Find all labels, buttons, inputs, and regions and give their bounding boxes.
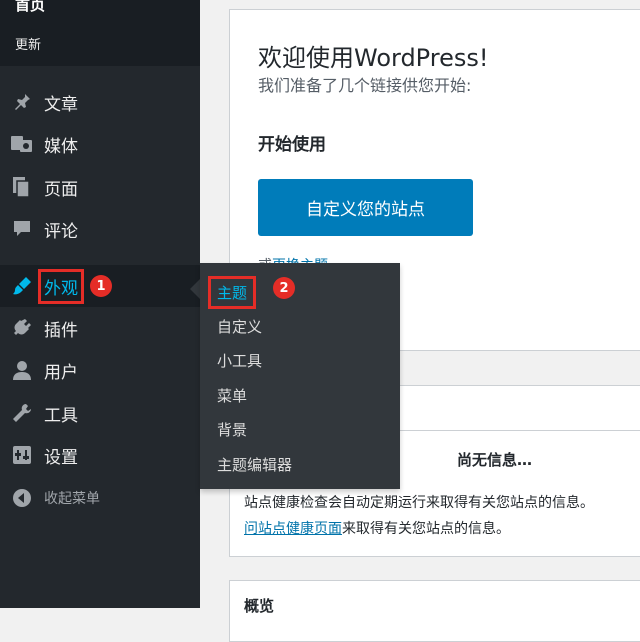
welcome-title: 欢迎使用WordPress! (258, 44, 489, 72)
menu-plugins-label: 插件 (44, 320, 78, 341)
menu-users[interactable]: 用户 (0, 350, 200, 390)
get-started-heading: 开始使用 (258, 135, 326, 155)
overview-title: 概览 (244, 597, 275, 615)
home-section: 首页 更新 (0, 0, 200, 66)
menu-comments-label: 评论 (44, 221, 78, 242)
brush-icon (10, 274, 34, 298)
menu-tools[interactable]: 工具 (0, 393, 200, 433)
health-description-rest: 来取得有关您站点的信息。 (342, 521, 510, 537)
menu-appearance[interactable]: 外观 1 (0, 265, 200, 307)
menu-home[interactable]: 首页 (15, 0, 45, 15)
menu-appearance-label: 外观 (38, 268, 84, 304)
submenu-customize[interactable]: 自定义 (217, 316, 262, 337)
menu-users-label: 用户 (44, 362, 78, 383)
submenu-themes[interactable]: 主题 (208, 276, 257, 309)
menu-pages-label: 页面 (44, 179, 78, 200)
menu-settings-label: 设置 (44, 447, 78, 468)
no-info-text: 尚无信息… (457, 451, 533, 469)
submenu-themes-label: 主题 (208, 276, 257, 309)
wrench-icon (10, 401, 34, 425)
menu-settings[interactable]: 设置 (0, 435, 200, 475)
customize-site-button[interactable]: 自定义您的站点 (258, 179, 473, 236)
submenu-background[interactable]: 背景 (217, 419, 247, 440)
step-badge-2: 2 (273, 277, 295, 299)
menu-pages[interactable]: 页面 (0, 167, 200, 207)
step-badge-1: 1 (90, 275, 112, 297)
comment-icon (10, 217, 34, 241)
collapse-menu-label: 收起菜单 (44, 491, 100, 507)
menu-posts-label: 文章 (44, 94, 78, 115)
menu-media-label: 媒体 (44, 136, 78, 157)
collapse-menu-button[interactable]: 收起菜单 (0, 478, 200, 518)
plugin-icon (10, 316, 34, 340)
site-health-link[interactable]: 问站点健康页面 (244, 521, 342, 537)
menu-comments[interactable]: 评论 (0, 209, 200, 249)
overview-panel: 概览 (229, 580, 640, 642)
welcome-subtitle: 我们准备了几个链接供您开始: (258, 76, 472, 95)
menu-posts[interactable]: 文章 (0, 82, 200, 122)
user-icon (10, 358, 34, 382)
flyout-arrow (190, 279, 200, 299)
submenu-menus[interactable]: 菜单 (217, 385, 247, 406)
menu-plugins[interactable]: 插件 (0, 308, 200, 348)
admin-sidebar: 首页 更新 文章 媒体 页面 评论 外观 1 插件 用户 工具 设置 收起菜单 (0, 0, 200, 608)
pin-icon (10, 90, 34, 114)
collapse-arrow-icon (10, 486, 34, 510)
menu-updates[interactable]: 更新 (15, 34, 41, 53)
appearance-submenu: 主题 自定义 小工具 菜单 背景 主题编辑器 (200, 263, 400, 489)
settings-icon (10, 443, 34, 467)
media-icon (10, 132, 34, 156)
health-description-2: 问站点健康页面来取得有关您站点的信息。 (244, 518, 510, 538)
submenu-theme-editor[interactable]: 主题编辑器 (217, 454, 292, 475)
menu-tools-label: 工具 (44, 405, 78, 426)
health-description: 站点健康检查会自动定期运行来取得有关您站点的信息。 (244, 495, 594, 511)
menu-media[interactable]: 媒体 (0, 124, 200, 164)
page-icon (10, 175, 34, 199)
submenu-widgets[interactable]: 小工具 (217, 350, 262, 371)
